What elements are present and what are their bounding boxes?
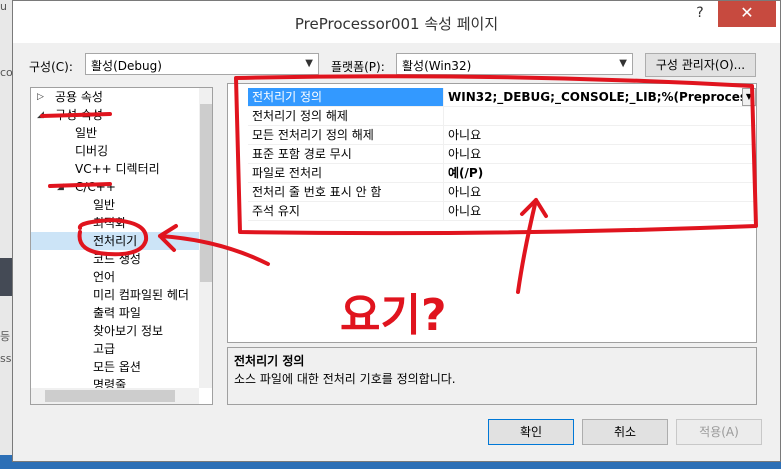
- background-fragment: u: [0, 0, 7, 13]
- tree-vertical-scrollbar[interactable]: [199, 88, 212, 388]
- platform-value: 활성(Win32): [402, 59, 472, 73]
- property-name: 모든 전처리기 정의 해제: [248, 126, 444, 144]
- tree-vertical-scroll-thumb[interactable]: [200, 104, 212, 282]
- property-value[interactable]: 아니요: [446, 183, 756, 201]
- tree-item-label: 공용 속성: [55, 90, 103, 104]
- property-row[interactable]: 전처리 줄 번호 표시 안 함 아니요: [248, 183, 756, 202]
- platform-label: 플랫폼(P):: [331, 60, 385, 74]
- tree-item-label: 전처리기: [93, 234, 138, 248]
- property-name: 주석 유지: [248, 202, 444, 220]
- ok-button[interactable]: 확인: [488, 419, 574, 445]
- chevron-down-icon: ▼: [305, 58, 313, 69]
- property-value[interactable]: [446, 107, 756, 125]
- config-label: 구성(C):: [29, 60, 73, 74]
- config-value: 활성(Debug): [91, 59, 162, 73]
- description-text: 소스 파일에 대한 전처리 기호를 정의합니다.: [234, 372, 456, 386]
- window-title: PreProcessor001 속성 페이지: [294, 15, 499, 33]
- tree-item-label: 디버깅: [75, 144, 109, 158]
- property-name: 파일로 전처리: [248, 164, 444, 182]
- property-value[interactable]: WIN32;_DEBUG;_CONSOLE;_LIB;%(Preprocesso…: [446, 88, 756, 106]
- apply-button[interactable]: 적용(A): [676, 419, 762, 445]
- close-icon[interactable]: ✕: [718, 1, 776, 27]
- property-row[interactable]: 파일로 전처리 예(/P): [248, 164, 756, 183]
- tree-item-label: 출력 파일: [93, 306, 141, 320]
- tree-item-label: 일반: [75, 126, 98, 140]
- platform-combo[interactable]: 활성(Win32) ▼: [396, 53, 633, 75]
- tree-horizontal-scrollbar[interactable]: [31, 388, 199, 404]
- tree-item-label: 모든 옵션: [93, 360, 141, 374]
- title-bar[interactable]: PreProcessor001 속성 페이지 ? ✕: [13, 1, 780, 43]
- description-title: 전처리기 정의: [234, 354, 305, 368]
- tree-horizontal-scroll-thumb[interactable]: [45, 390, 175, 402]
- property-name: 표준 포함 경로 무시: [248, 145, 444, 163]
- property-row[interactable]: 주석 유지 아니요: [248, 202, 756, 221]
- tree-item-label: 구성 속성: [55, 108, 103, 122]
- tree-expand-icon[interactable]: ▷: [37, 88, 44, 106]
- help-icon[interactable]: ?: [686, 1, 714, 27]
- property-name: 전처리 줄 번호 표시 안 함: [248, 183, 444, 201]
- background-fragment: co: [0, 66, 13, 79]
- property-value[interactable]: 아니요: [446, 145, 756, 163]
- property-name: 전처리기 정의: [248, 88, 444, 106]
- property-row[interactable]: 전처리기 정의 WIN32;_DEBUG;_CONSOLE;_LIB;%(Pre…: [248, 88, 756, 107]
- tree-item-label: 미리 컴파일된 헤더: [93, 288, 189, 302]
- tree-item-label: C/C++: [75, 180, 116, 194]
- property-row[interactable]: 전처리기 정의 해제: [248, 107, 756, 126]
- property-value[interactable]: 예(/P): [446, 164, 756, 182]
- tree-item-label: 고급: [93, 342, 116, 356]
- property-pages-dialog: PreProcessor001 속성 페이지 ? ✕ 구성(C): 활성(Deb…: [12, 0, 781, 462]
- description-panel: 전처리기 정의 소스 파일에 대한 전처리 기호를 정의합니다.: [227, 347, 757, 405]
- tree-item-label: 일반: [93, 198, 116, 212]
- cancel-button[interactable]: 취소: [582, 419, 668, 445]
- tree-item-label: 언어: [93, 270, 116, 284]
- config-manager-button[interactable]: 구성 관리자(O)...: [645, 53, 756, 77]
- property-tree: ▷ 공용 속성 ◢ 구성 속성 일반 디버깅 VC++ 디렉터리 ◢ C/C++…: [30, 87, 213, 405]
- tree-collapse-icon[interactable]: ◢: [37, 106, 44, 124]
- background-fragment: ss: [0, 352, 12, 365]
- tree-item-label: VC++ 디렉터리: [75, 162, 160, 176]
- tree-item-label: 코드 생성: [93, 252, 141, 266]
- property-name: 전처리기 정의 해제: [248, 107, 444, 125]
- property-row[interactable]: 모든 전처리기 정의 해제 아니요: [248, 126, 756, 145]
- background-fragment: 등: [0, 330, 11, 343]
- property-row[interactable]: 표준 포함 경로 무시 아니요: [248, 145, 756, 164]
- property-grid: 전처리기 정의 WIN32;_DEBUG;_CONSOLE;_LIB;%(Pre…: [227, 83, 757, 343]
- chevron-down-icon: ▼: [619, 58, 627, 69]
- tree-collapse-icon[interactable]: ◢: [57, 178, 64, 196]
- tree-item-preprocessor[interactable]: 전처리기: [31, 232, 199, 250]
- tree-item-label: 최적화: [93, 216, 127, 230]
- config-combo[interactable]: 활성(Debug) ▼: [85, 53, 319, 75]
- tree-item-label: 찾아보기 정보: [93, 324, 164, 338]
- property-value[interactable]: 아니요: [446, 126, 756, 144]
- chevron-down-icon[interactable]: ▼: [742, 88, 756, 106]
- property-value[interactable]: 아니요: [446, 202, 756, 220]
